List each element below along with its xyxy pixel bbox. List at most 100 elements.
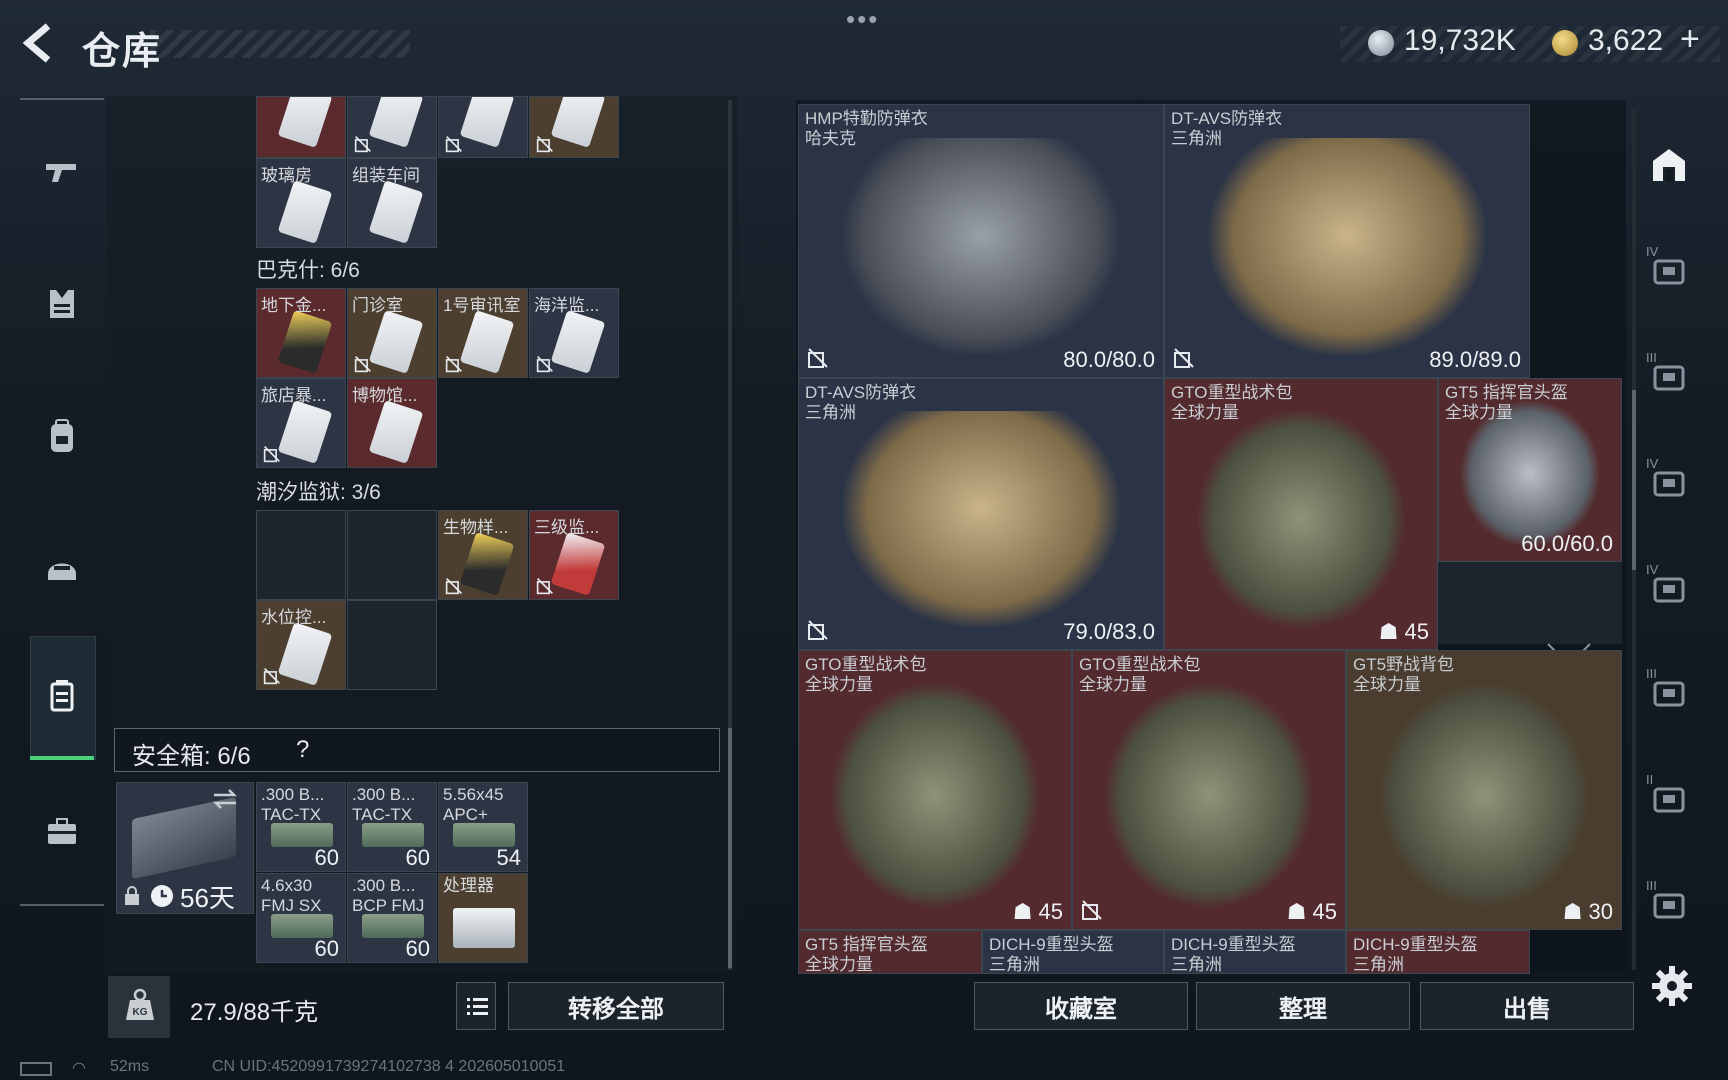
no-repair-icon xyxy=(808,620,828,640)
item-maker: 全球力量 xyxy=(805,675,873,694)
item-title: GT5 指挥官头盔 xyxy=(805,935,928,954)
stash-item[interactable]: GT5 指挥官头盔 全球力量 60.0/60.0 xyxy=(1438,378,1622,562)
stash-item-name: DICH-9重型头盔 三角洲 xyxy=(1171,935,1296,973)
key-card-slot[interactable]: 生物样... xyxy=(438,510,528,600)
sell-button[interactable]: 出售 xyxy=(1420,982,1634,1030)
item-title: DICH-9重型头盔 xyxy=(989,935,1114,954)
key-card-slot[interactable]: 玻璃房 xyxy=(256,158,346,248)
list-view-button[interactable] xyxy=(456,982,496,1030)
swap-icon[interactable] xyxy=(212,788,238,810)
safe-item-slot[interactable]: 5.56x45 APC+ 54 xyxy=(438,782,528,872)
tier2-med-icon xyxy=(1653,787,1685,813)
key-card-name: 旅店暴... xyxy=(261,386,327,405)
safe-box-help-icon[interactable]: ? xyxy=(296,736,309,764)
stash-item-name: HMP特勤防弹衣 哈夫克 xyxy=(805,109,928,149)
key-card-slot[interactable]: 海洋监... xyxy=(529,288,619,378)
transfer-all-button[interactable]: 转移全部 xyxy=(508,982,724,1030)
stash-item[interactable]: GTO重型战术包 全球力量 ☗ 45 xyxy=(1072,650,1346,930)
safe-item-name: .300 B... TAC-TX xyxy=(261,785,325,824)
more-menu-dots[interactable]: ••• xyxy=(846,4,879,35)
stash-item[interactable]: DICH-9重型头盔 三角洲 xyxy=(1346,930,1530,974)
safe-item-slot[interactable]: .300 B... TAC-TX 60 xyxy=(256,782,346,872)
back-arrow-icon[interactable] xyxy=(18,20,62,66)
no-repair-icon xyxy=(445,578,462,595)
clock-icon xyxy=(151,885,173,907)
silver-coin-icon xyxy=(1368,30,1394,56)
key-card-slot[interactable]: 门诊室 xyxy=(347,288,437,378)
safe-item-name: 5.56x45 APC+ xyxy=(443,785,504,824)
gear-icon[interactable] xyxy=(1648,962,1696,1010)
stash-item-name: DICH-9重型头盔 三角洲 xyxy=(989,935,1114,973)
money-amount: 19,732K xyxy=(1404,24,1516,57)
key-card-slot[interactable] xyxy=(347,510,437,600)
add-currency-button[interactable]: + xyxy=(1680,20,1700,59)
stash-item-name: DT-AVS防弹衣 三角洲 xyxy=(805,383,916,423)
key-card-slot[interactable]: 旅店暴... xyxy=(256,378,346,468)
key-card-slot[interactable]: 三级监... xyxy=(529,510,619,600)
stash-item[interactable]: GTO重型战术包 全球力量 ☗ 45 xyxy=(798,650,1072,930)
key-card-name: 水位控... xyxy=(261,608,327,627)
item-image xyxy=(271,823,333,847)
no-repair-icon xyxy=(263,668,280,685)
filter-stash[interactable] xyxy=(1644,140,1694,190)
list-icon xyxy=(467,998,488,1015)
stash-item-name: GT5 指挥官头盔 全球力量 xyxy=(805,935,928,973)
safe-item-slot[interactable]: .300 B... BCP FMJ 60 xyxy=(347,873,437,963)
key-card-slot[interactable] xyxy=(438,96,528,158)
vest-icon xyxy=(50,290,74,318)
tier-label: III xyxy=(1646,350,1657,365)
lock-icon xyxy=(125,886,139,905)
collection-room-button[interactable]: 收藏室 xyxy=(974,982,1188,1030)
item-image xyxy=(831,684,1039,907)
safe-item-name: .300 B... TAC-TX xyxy=(352,785,416,824)
stash-scroll-thumb[interactable] xyxy=(1632,390,1636,570)
key-card-slot[interactable]: 1号审讯室 xyxy=(438,288,528,378)
key-card-slot[interactable] xyxy=(347,96,437,158)
safe-item-slot[interactable]: 4.6x30 FMJ SX 60 xyxy=(256,873,346,963)
no-repair-icon xyxy=(445,136,462,153)
key-card-slot[interactable]: 组装车间 xyxy=(347,158,437,248)
sort-button[interactable]: 整理 xyxy=(1196,982,1410,1030)
section-title-prison: 潮汐监狱: 3/6 xyxy=(256,481,381,504)
nav-case[interactable] xyxy=(36,670,88,722)
key-card-name: 门诊室 xyxy=(352,296,403,315)
stash-item[interactable]: HMP特勤防弹衣 哈夫克 80.0/80.0 xyxy=(798,104,1164,378)
safe-item-slot[interactable]: 处理器 xyxy=(438,873,528,963)
stash-item[interactable]: DICH-9重型头盔 三角洲 xyxy=(1164,930,1346,974)
nav-briefcase[interactable] xyxy=(36,806,88,858)
stash-item[interactable]: DICH-9重型头盔 三角洲 xyxy=(982,930,1164,974)
key-card-image xyxy=(277,97,333,148)
stash-item[interactable]: DT-AVS防弹衣 三角洲 79.0/83.0 xyxy=(798,378,1164,650)
key-card-slot[interactable] xyxy=(256,96,346,158)
safe-item-slot[interactable]: .300 B... TAC-TX 60 xyxy=(347,782,437,872)
safe-item-count: 60 xyxy=(314,936,339,961)
key-card-name: 1号审讯室 xyxy=(443,296,521,315)
container-scroll-thumb[interactable] xyxy=(728,728,732,968)
key-card-name: 三级监... xyxy=(534,518,600,537)
item-capacity: ☗ 45 xyxy=(1378,619,1429,644)
key-card-slot[interactable]: 博物馆... xyxy=(347,378,437,468)
key-card-slot[interactable] xyxy=(256,510,346,600)
key-card-slot[interactable]: 水位控... xyxy=(256,600,346,690)
key-card-slot[interactable] xyxy=(347,600,437,690)
item-image xyxy=(1197,411,1405,628)
key-card-name: 博物馆... xyxy=(352,386,418,405)
item-maker: 全球力量 xyxy=(1171,403,1239,422)
no-repair-icon xyxy=(263,446,280,463)
nav-weapons[interactable] xyxy=(36,146,88,198)
stash-item[interactable]: GT5野战背包 全球力量 ☗ 30 xyxy=(1346,650,1622,930)
stash-item[interactable]: GT5 指挥官头盔 全球力量 xyxy=(798,930,982,974)
key-card-slot[interactable]: 地下金... xyxy=(256,288,346,378)
stash-item[interactable]: DT-AVS防弹衣 三角洲 89.0/89.0 xyxy=(1164,104,1530,378)
nav-helmet[interactable] xyxy=(36,542,88,594)
nav-backpack[interactable] xyxy=(36,410,88,462)
key-card-image xyxy=(550,310,606,374)
stash-item-name: DICH-9重型头盔 三角洲 xyxy=(1353,935,1478,973)
key-card-image xyxy=(459,97,515,148)
key-card-image xyxy=(368,310,424,374)
key-card-slot[interactable] xyxy=(529,96,619,158)
nav-armor[interactable] xyxy=(36,278,88,330)
helmet-icon xyxy=(48,563,76,580)
stash-item[interactable]: GTO重型战术包 全球力量 ☗ 45 xyxy=(1164,378,1438,650)
stash-empty-slot[interactable] xyxy=(1436,562,1622,644)
